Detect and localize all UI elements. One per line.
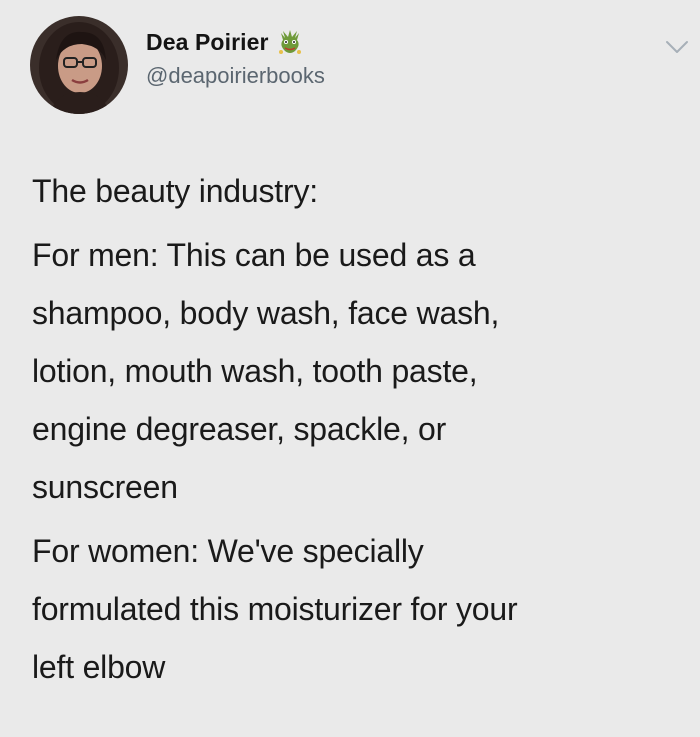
tweet-paragraph-women: For women: We've specially formulated th… xyxy=(32,533,518,685)
name-row: Dea Poirier xyxy=(146,27,325,57)
tweet-body: The beauty industry: For men: This can b… xyxy=(32,162,682,702)
display-name[interactable]: Dea Poirier xyxy=(146,29,269,56)
avatar-image xyxy=(30,16,128,114)
author-names: Dea Poirier @deapoirierbooks xyxy=(146,27,325,89)
tweet-card: Dea Poirier @deapoirierbooks The beauty … xyxy=(0,0,700,737)
user-handle[interactable]: @deapoirierbooks xyxy=(146,63,325,89)
chevron-down-icon[interactable] xyxy=(664,38,690,56)
avatar[interactable] xyxy=(30,16,128,114)
tweet-header: Dea Poirier @deapoirierbooks xyxy=(30,16,325,114)
dragon-emoji-icon xyxy=(275,27,305,57)
tweet-paragraph-intro: The beauty industry: xyxy=(32,173,318,209)
tweet-paragraph-men: For men: This can be used as a shampoo, … xyxy=(32,237,500,505)
